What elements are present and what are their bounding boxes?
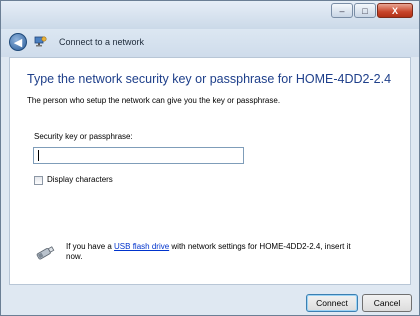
usb-instructions: If you have a USB flash drive with netwo… bbox=[66, 242, 366, 262]
minimize-button[interactable]: – bbox=[331, 3, 353, 18]
text-caret bbox=[38, 150, 39, 161]
navigation-bar: ◀ Connect to a network bbox=[1, 29, 419, 57]
close-button[interactable]: X bbox=[377, 3, 413, 18]
cancel-button[interactable]: Cancel bbox=[362, 294, 412, 312]
page-heading: Type the network security key or passphr… bbox=[27, 72, 392, 86]
description-text: The person who setup the network can giv… bbox=[27, 96, 281, 105]
display-characters-checkbox[interactable] bbox=[34, 176, 43, 185]
connect-button[interactable]: Connect bbox=[306, 294, 358, 312]
dialog-title: Connect to a network bbox=[59, 37, 145, 47]
security-key-label: Security key or passphrase: bbox=[34, 132, 133, 141]
network-icon bbox=[34, 36, 47, 47]
window-controls: – □ X bbox=[330, 3, 413, 19]
title-bar[interactable]: – □ X bbox=[1, 1, 419, 29]
display-characters-label[interactable]: Display characters bbox=[47, 175, 113, 184]
maximize-button[interactable]: □ bbox=[354, 3, 376, 18]
usb-text-before: If you have a bbox=[66, 242, 115, 251]
usb-flash-drive-link[interactable]: USB flash drive bbox=[114, 242, 169, 251]
security-key-input[interactable] bbox=[33, 147, 244, 164]
back-button[interactable]: ◀ bbox=[9, 33, 27, 51]
usb-drive-icon bbox=[36, 246, 55, 260]
